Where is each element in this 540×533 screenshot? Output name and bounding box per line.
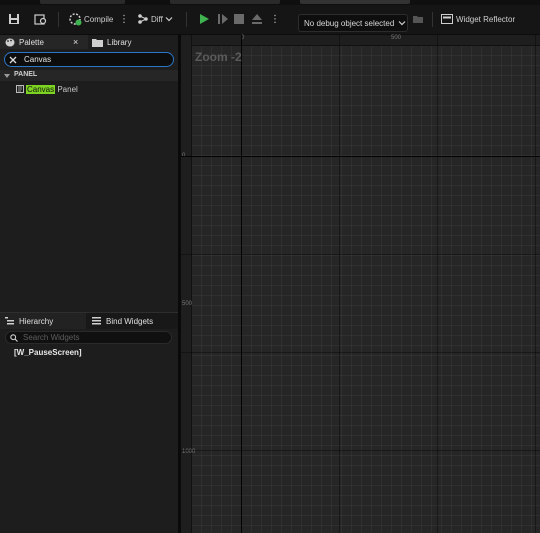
ruler-left: 0 500 1000 [181,35,195,533]
grid-major-line [535,35,536,533]
chevron-down-icon [165,17,173,22]
ruler-label: 500 [391,35,402,41]
folder-icon [413,16,423,23]
play-options-button[interactable]: ⋮ [270,9,280,29]
ruler-top: 0 500 [181,35,540,46]
grid-major-line [339,35,340,533]
grid-major-line [437,35,438,533]
save-button[interactable] [8,9,20,29]
tab-library[interactable]: Library [88,35,178,49]
grid-major-line [181,352,540,353]
palette-search-value: Canvas [24,55,52,64]
diff-label: Diff [151,14,163,24]
play-icon [200,14,209,24]
stop-icon [234,14,244,24]
tab-hierarchy[interactable]: Hierarchy [0,313,86,329]
expand-arrow-icon [4,73,10,78]
browse-folder-icon [34,14,47,25]
category-label: PANEL [14,71,38,78]
bind-widgets-icon [92,317,101,325]
palette-category-panel[interactable]: PANEL [0,70,178,81]
left-panel [0,35,178,533]
play-button[interactable] [198,9,210,29]
browse-button[interactable] [34,9,48,29]
compile-options-button[interactable]: ⋮ [119,9,129,29]
stop-button[interactable] [234,9,244,29]
step-button[interactable] [217,9,229,29]
bind-widgets-tab-label: Bind Widgets [106,316,154,326]
document-tab[interactable] [170,0,280,4]
palette-search-input[interactable]: Canvas [4,52,174,67]
diff-button[interactable]: Diff [137,9,173,29]
clear-search-icon[interactable] [9,56,17,64]
frame-step-icon [218,14,228,24]
search-match-highlight: Canvas [26,84,56,94]
hierarchy-tab-label: Hierarchy [19,316,54,326]
save-icon [9,14,19,24]
grid-major-line [181,254,540,255]
palette-item-label: Panel [55,84,78,94]
hierarchy-root-item[interactable]: [W_PauseScreen] [14,348,82,357]
grid-major-line [181,450,540,451]
compile-label: Compile [84,14,114,24]
ruler-label: 500 [182,301,193,307]
palette-icon [5,38,15,46]
widget-reflector-icon [441,14,453,24]
canvas-panel-icon [16,85,24,93]
debug-browse-button[interactable] [412,9,424,29]
palette-tab-label: Palette [19,37,44,47]
chevron-down-icon [398,21,406,26]
debug-object-dropdown[interactable]: No debug object selected [298,14,408,32]
eject-icon [252,14,262,24]
close-tab-button[interactable]: × [73,37,78,47]
widget-reflector-label: Widget Reflector [456,14,516,24]
search-icon [10,334,18,342]
designer-canvas[interactable]: 0 500 0 500 1000 Zoom -2 [181,35,540,533]
hierarchy-search-input[interactable]: Search Widgets [5,331,172,344]
main-toolbar: Compile ⋮ Diff ⋮ No debug object selecte… [0,5,540,35]
compile-icon [69,13,82,26]
document-tab-active[interactable] [300,0,410,4]
widget-reflector-button[interactable]: Widget Reflector [441,9,515,29]
eject-button[interactable] [251,9,263,29]
palette-item-canvas-panel[interactable]: Canvas Panel [16,84,78,94]
compile-button[interactable]: Compile [68,9,113,29]
tab-palette[interactable]: Palette × [0,35,88,49]
diff-icon [138,14,148,24]
document-tab[interactable] [40,0,125,4]
origin-line-vertical [241,35,242,533]
zoom-level-label: Zoom -2 [195,50,242,64]
origin-line-horizontal [181,156,540,157]
hierarchy-icon [5,317,14,325]
debug-object-label: No debug object selected [304,18,395,28]
tab-bind-widgets[interactable]: Bind Widgets [88,313,178,329]
hierarchy-search-placeholder: Search Widgets [23,333,80,342]
library-tab-label: Library [107,37,132,47]
folder-icon [92,38,103,47]
hierarchy-tab-bar: Hierarchy Bind Widgets [0,312,178,329]
